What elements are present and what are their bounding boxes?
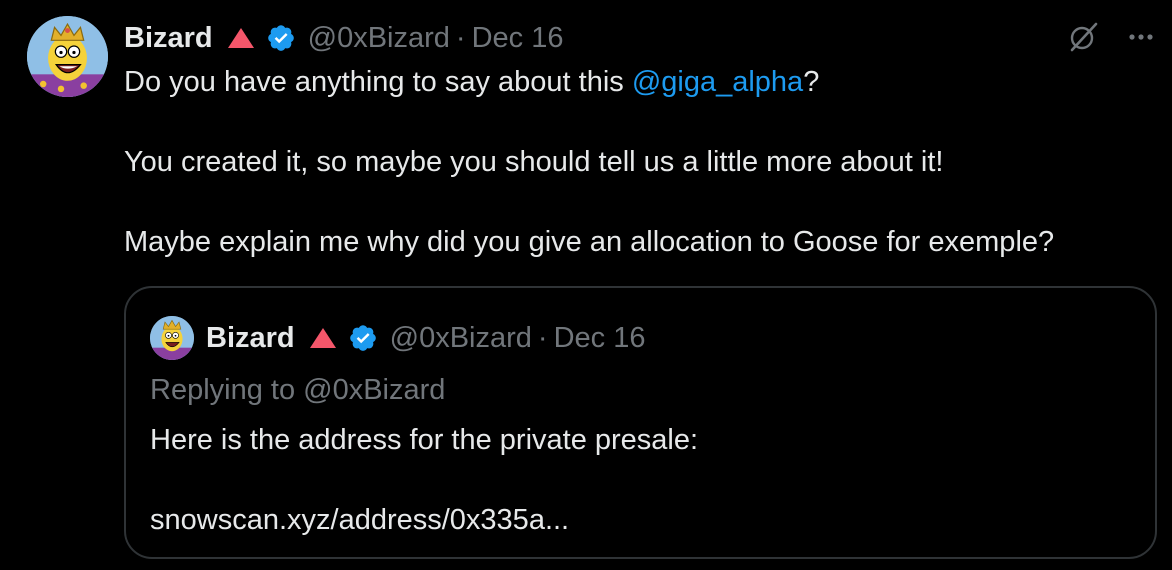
avatar[interactable] bbox=[27, 16, 108, 97]
replying-to[interactable]: Replying to @0xBizard bbox=[150, 370, 445, 410]
tweet-header: Bizard @0xBizard · Dec 16 bbox=[124, 18, 563, 58]
tweet[interactable]: Bizard @0xBizard · Dec 16 Do you have an… bbox=[0, 0, 1172, 570]
tweet-text: Do you have anything to say about this @… bbox=[124, 62, 1144, 262]
quoted-text-line-1: Here is the address for the private pres… bbox=[150, 424, 699, 456]
quoted-author-handle[interactable]: @0xBizard bbox=[390, 322, 532, 355]
tweet-text-line-3: Maybe explain me why did you give an all… bbox=[124, 226, 1055, 258]
quoted-tweet[interactable]: Bizard @0xBizard · Dec 16 Replying to @0… bbox=[124, 286, 1157, 559]
author-handle[interactable]: @0xBizard bbox=[308, 22, 450, 55]
red-triangle-icon bbox=[309, 328, 336, 348]
tweet-actions bbox=[1066, 20, 1154, 54]
quoted-tweet-date[interactable]: Dec 16 bbox=[554, 322, 646, 355]
grok-icon[interactable] bbox=[1066, 20, 1100, 54]
separator-dot: · bbox=[455, 21, 466, 54]
verified-badge-icon[interactable] bbox=[348, 323, 378, 353]
tweet-text-line-2: You created it, so maybe you should tell… bbox=[124, 146, 944, 178]
red-triangle-icon bbox=[227, 28, 254, 48]
mention-link[interactable]: @giga_alpha bbox=[632, 66, 803, 98]
tweet-text-prefix: Do you have anything to say about this bbox=[124, 66, 632, 98]
verified-badge-icon[interactable] bbox=[266, 23, 296, 53]
tweet-text-suffix: ? bbox=[803, 66, 820, 98]
quoted-tweet-header: Bizard @0xBizard · Dec 16 bbox=[150, 316, 646, 360]
quoted-author-name[interactable]: Bizard bbox=[206, 322, 295, 355]
quoted-tweet-text: Here is the address for the private pres… bbox=[150, 420, 698, 540]
tweet-date[interactable]: Dec 16 bbox=[472, 22, 564, 55]
more-options-icon[interactable] bbox=[1128, 24, 1154, 50]
tweet-text-line-1: Do you have anything to say about this @… bbox=[124, 62, 1144, 102]
quoted-avatar[interactable] bbox=[150, 316, 194, 360]
quoted-avatar-image bbox=[150, 316, 194, 360]
avatar-image bbox=[27, 16, 108, 97]
author-name[interactable]: Bizard bbox=[124, 22, 213, 55]
separator-dot: · bbox=[537, 321, 548, 354]
quoted-text-link[interactable]: snowscan.xyz/address/0x335a... bbox=[150, 500, 698, 540]
